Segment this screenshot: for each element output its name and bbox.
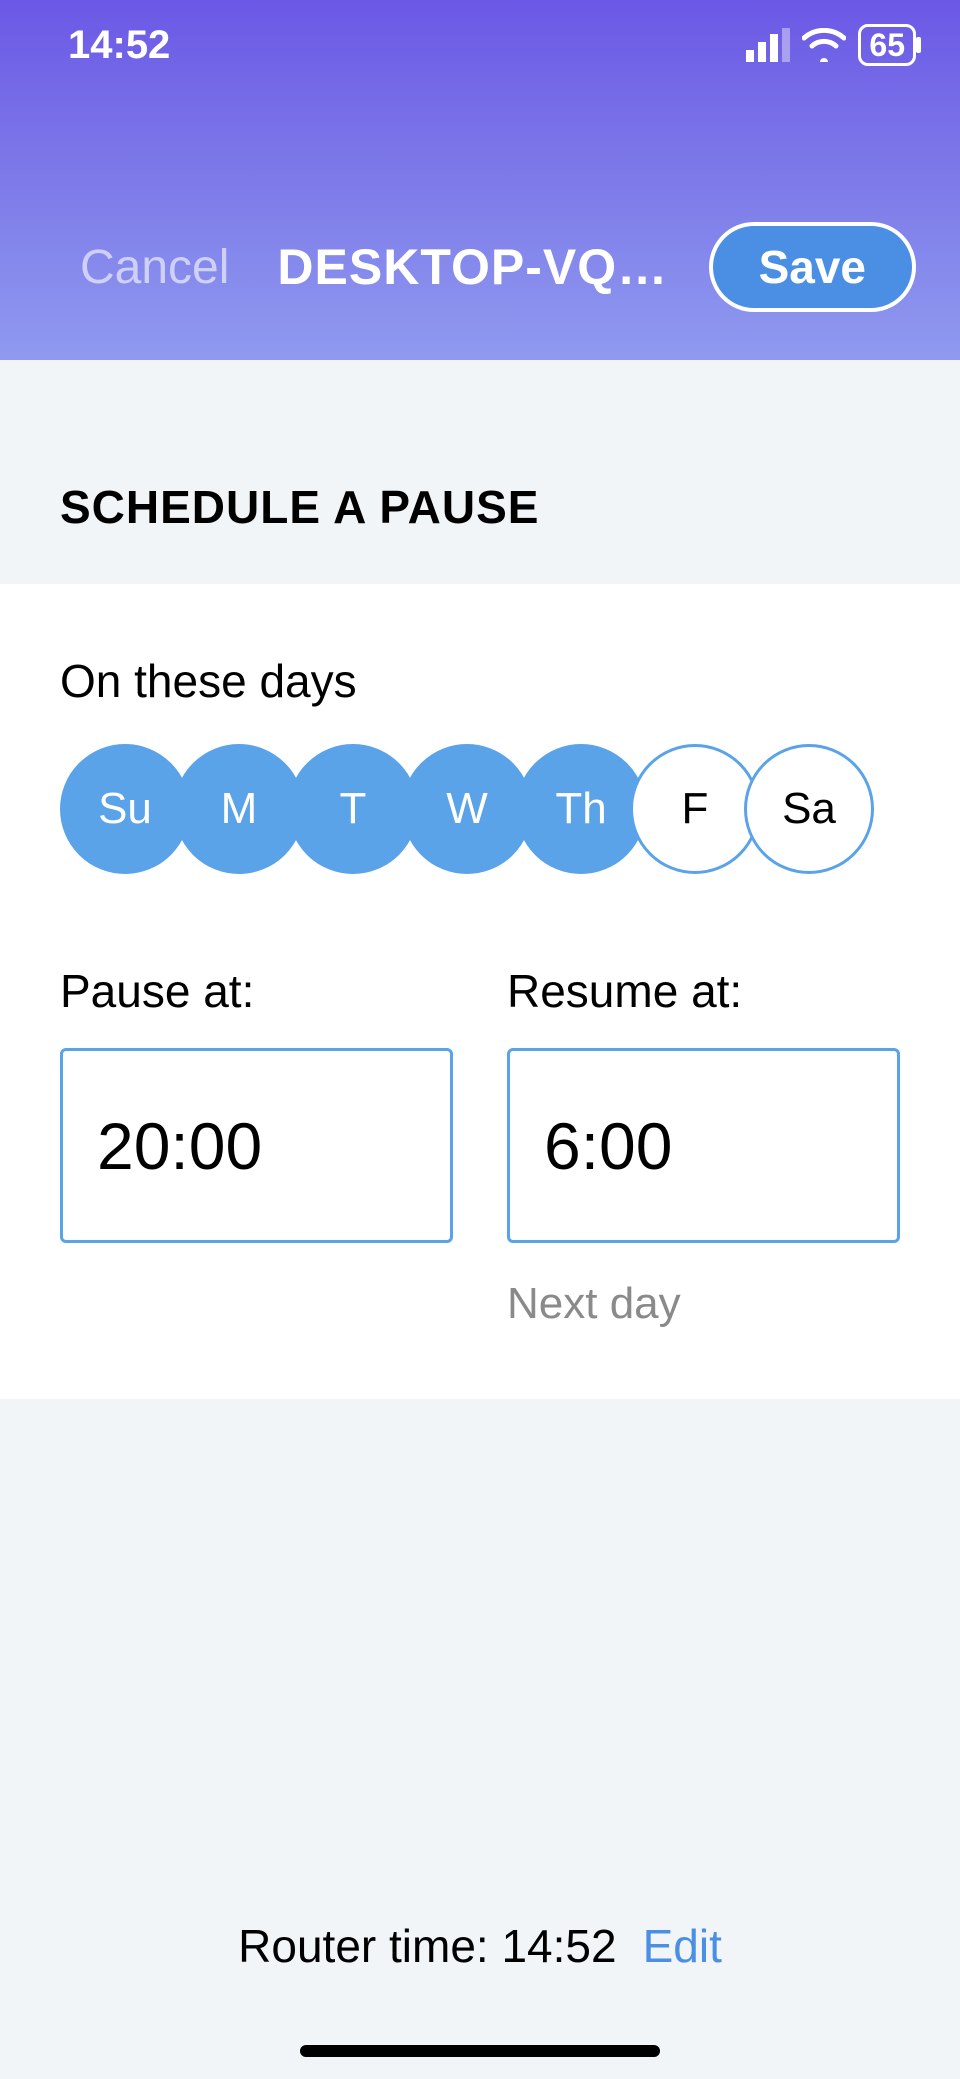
pause-column: Pause at: 20:00 — [60, 964, 453, 1329]
day-thursday[interactable]: Th — [516, 744, 646, 874]
resume-note: Next day — [507, 1279, 900, 1329]
day-monday[interactable]: M — [174, 744, 304, 874]
resume-time-input[interactable]: 6:00 — [507, 1048, 900, 1243]
cellular-icon — [746, 28, 790, 62]
day-tuesday[interactable]: T — [288, 744, 418, 874]
status-clock: 14:52 — [68, 23, 170, 68]
app-header: 14:52 65 Cancel DESKTOP-VQ… Save — [0, 0, 960, 360]
battery-indicator: 65 — [858, 24, 916, 66]
day-sunday[interactable]: Su — [60, 744, 190, 874]
wifi-icon — [802, 28, 846, 62]
schedule-card: On these days Su M T W Th F Sa Pause at:… — [0, 584, 960, 1399]
pause-label: Pause at: — [60, 964, 453, 1018]
resume-column: Resume at: 6:00 Next day — [507, 964, 900, 1329]
pause-time-input[interactable]: 20:00 — [60, 1048, 453, 1243]
section-heading: SCHEDULE A PAUSE — [0, 360, 960, 584]
status-indicators: 65 — [746, 24, 916, 66]
cancel-button[interactable]: Cancel — [80, 240, 229, 295]
status-bar: 14:52 65 — [0, 0, 960, 90]
nav-bar: Cancel DESKTOP-VQ… Save — [0, 222, 960, 312]
day-saturday[interactable]: Sa — [744, 744, 874, 874]
router-time-label: Router time: 14:52 — [238, 1919, 616, 1973]
resume-label: Resume at: — [507, 964, 900, 1018]
edit-router-time-link[interactable]: Edit — [643, 1919, 722, 1973]
days-label: On these days — [60, 654, 900, 708]
days-row: Su M T W Th F Sa — [60, 744, 900, 874]
home-indicator[interactable] — [300, 2045, 660, 2057]
day-friday[interactable]: F — [630, 744, 760, 874]
day-wednesday[interactable]: W — [402, 744, 532, 874]
save-button[interactable]: Save — [709, 222, 916, 312]
page-title: DESKTOP-VQ… — [259, 238, 678, 296]
